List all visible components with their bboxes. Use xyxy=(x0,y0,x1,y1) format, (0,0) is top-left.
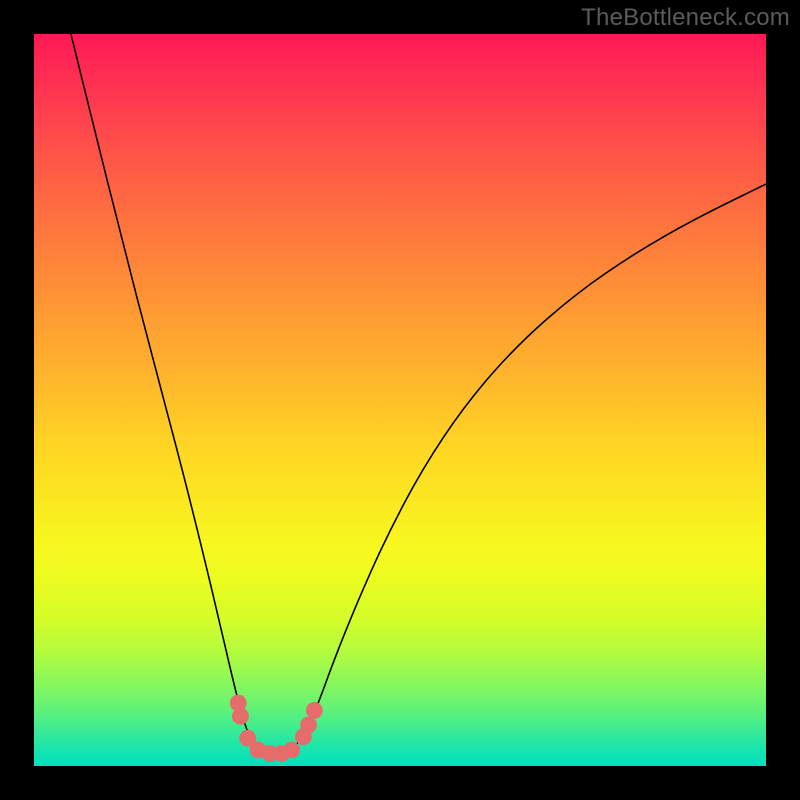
plot-area xyxy=(34,34,766,766)
marker-dot xyxy=(283,741,300,758)
marker-group xyxy=(230,695,323,762)
marker-dot xyxy=(300,717,317,734)
marker-dot xyxy=(306,702,323,719)
bottleneck-curve xyxy=(69,34,766,755)
watermark-text: TheBottleneck.com xyxy=(581,4,790,32)
marker-dot xyxy=(232,708,249,725)
curve-svg xyxy=(34,34,766,766)
outer-frame: TheBottleneck.com xyxy=(0,0,800,800)
